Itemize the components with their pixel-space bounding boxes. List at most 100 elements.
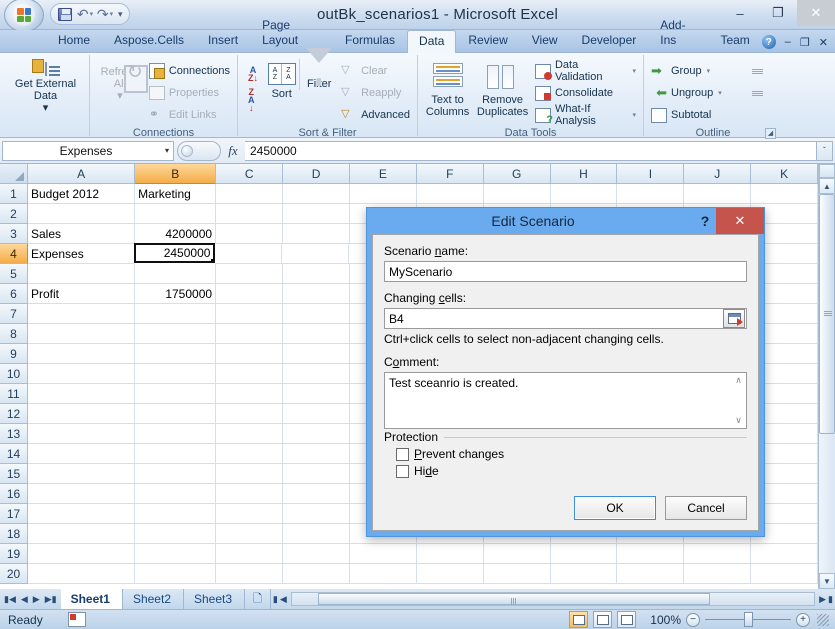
cell-c12[interactable] bbox=[216, 404, 283, 424]
normal-view-button[interactable] bbox=[569, 611, 588, 628]
cell-d18[interactable] bbox=[282, 524, 350, 544]
chevron-down-icon[interactable]: ▾ bbox=[165, 146, 169, 155]
vertical-scrollbar[interactable]: ▲ ▼ bbox=[818, 164, 835, 589]
properties-button[interactable]: Properties bbox=[146, 82, 233, 104]
minimize-ribbon-button[interactable]: – bbox=[785, 36, 791, 48]
column-header-k[interactable]: K bbox=[751, 164, 818, 184]
cell-a14[interactable] bbox=[28, 444, 136, 464]
zoom-slider[interactable]: − + bbox=[686, 612, 810, 627]
cell-g20[interactable] bbox=[483, 564, 551, 584]
cell-b10[interactable] bbox=[135, 364, 217, 384]
cell-a1[interactable]: Budget 2012 bbox=[28, 184, 136, 204]
filter-button[interactable]: Filter bbox=[299, 48, 338, 90]
cell-b20[interactable] bbox=[135, 564, 217, 584]
hide-detail-button[interactable] bbox=[744, 82, 768, 104]
zoom-level[interactable]: 100% bbox=[641, 613, 681, 627]
undo-button[interactable]: ↶ ▾ bbox=[75, 5, 95, 23]
reapply-filter-button[interactable]: ▽ Reapply bbox=[338, 82, 413, 104]
hide-row[interactable]: Hide bbox=[396, 464, 747, 478]
column-header-a[interactable]: A bbox=[28, 164, 136, 184]
cell-c7[interactable] bbox=[216, 304, 283, 324]
cell-b8[interactable] bbox=[135, 324, 217, 344]
horizontal-end-split[interactable]: ▮ bbox=[828, 594, 833, 605]
row-header-19[interactable]: 19 bbox=[0, 544, 28, 564]
cell-e20[interactable] bbox=[349, 564, 417, 584]
cell-b11[interactable] bbox=[135, 384, 217, 404]
cell-b13[interactable] bbox=[135, 424, 217, 444]
cell-c8[interactable] bbox=[216, 324, 283, 344]
cell-b18[interactable] bbox=[135, 524, 217, 544]
cancel-button[interactable]: Cancel bbox=[665, 496, 747, 520]
cell-g1[interactable] bbox=[483, 184, 551, 204]
help-icon[interactable]: ? bbox=[761, 35, 776, 49]
cell-c11[interactable] bbox=[216, 384, 283, 404]
tab-team[interactable]: Team bbox=[708, 29, 761, 52]
cell-d4[interactable] bbox=[282, 244, 350, 264]
zoom-track[interactable] bbox=[705, 612, 791, 627]
cell-a6[interactable]: Profit bbox=[28, 284, 136, 304]
cell-b7[interactable] bbox=[135, 304, 217, 324]
row-header-20[interactable]: 20 bbox=[0, 564, 28, 584]
scroll-down-button[interactable]: ▼ bbox=[819, 573, 835, 589]
cell-c14[interactable] bbox=[216, 444, 283, 464]
scenario-name-input[interactable]: MyScenario bbox=[384, 261, 747, 282]
cell-a7[interactable] bbox=[28, 304, 136, 324]
cell-g19[interactable] bbox=[483, 544, 551, 564]
cell-d6[interactable] bbox=[282, 284, 350, 304]
column-header-f[interactable]: F bbox=[416, 164, 484, 184]
cell-b9[interactable] bbox=[135, 344, 217, 364]
sheet-tab-sheet3[interactable]: Sheet3 bbox=[184, 589, 246, 609]
cell-b12[interactable] bbox=[135, 404, 217, 424]
page-break-preview-button[interactable] bbox=[617, 611, 636, 628]
insert-function-button[interactable]: fx bbox=[221, 143, 245, 159]
cell-a2[interactable] bbox=[28, 204, 136, 224]
row-header-15[interactable]: 15 bbox=[0, 464, 28, 484]
prevent-changes-checkbox[interactable] bbox=[396, 447, 409, 461]
cell-d15[interactable] bbox=[282, 464, 350, 484]
formula-bar-buttons[interactable] bbox=[177, 140, 221, 161]
cell-c20[interactable] bbox=[216, 564, 283, 584]
office-button[interactable] bbox=[4, 0, 44, 32]
cell-b17[interactable] bbox=[135, 504, 217, 524]
tab-formulas[interactable]: Formulas bbox=[333, 29, 407, 52]
tab-review[interactable]: Review bbox=[456, 29, 519, 52]
column-header-e[interactable]: E bbox=[350, 164, 417, 184]
cell-c6[interactable] bbox=[216, 284, 283, 304]
dialog-help-button[interactable]: ? bbox=[694, 213, 716, 229]
cell-c2[interactable] bbox=[216, 204, 283, 224]
ok-button[interactable]: OK bbox=[574, 496, 656, 520]
cell-k20[interactable] bbox=[751, 564, 818, 584]
column-header-b[interactable]: B bbox=[135, 164, 217, 184]
save-button[interactable] bbox=[55, 5, 75, 23]
column-header-j[interactable]: J bbox=[684, 164, 752, 184]
cell-b1[interactable]: Marketing bbox=[135, 184, 217, 204]
cell-d16[interactable] bbox=[282, 484, 350, 504]
cell-e1[interactable] bbox=[349, 184, 417, 204]
sort-ascending-button[interactable]: A Z↓ bbox=[245, 61, 261, 87]
row-header-10[interactable]: 10 bbox=[0, 364, 28, 384]
tab-add-ins[interactable]: Add-Ins bbox=[648, 14, 708, 52]
prevent-changes-row[interactable]: Prevent changes bbox=[396, 447, 747, 461]
clear-filter-button[interactable]: ▽ Clear bbox=[338, 60, 413, 82]
sheet-tab-sheet1[interactable]: Sheet1 bbox=[60, 589, 123, 609]
first-sheet-button[interactable]: ▮◀ bbox=[4, 594, 16, 605]
cell-a20[interactable] bbox=[28, 564, 136, 584]
column-header-h[interactable]: H bbox=[550, 164, 618, 184]
minimize-button[interactable]: – bbox=[721, 0, 759, 26]
next-sheet-button[interactable]: ▶ bbox=[33, 594, 40, 605]
cell-a15[interactable] bbox=[28, 464, 136, 484]
get-external-data-button[interactable]: Get External Data ▾ bbox=[6, 59, 85, 114]
zoom-out-button[interactable]: − bbox=[686, 612, 700, 627]
column-header-g[interactable]: G bbox=[483, 164, 551, 184]
data-validation-button[interactable]: Data Validation ▾ bbox=[532, 59, 639, 83]
row-header-4[interactable]: 4 bbox=[0, 244, 28, 264]
cell-d2[interactable] bbox=[282, 204, 350, 224]
remove-duplicates-button[interactable]: Remove Duplicates bbox=[473, 59, 532, 118]
name-box[interactable]: Expenses ▾ bbox=[2, 140, 174, 161]
customize-qat-button[interactable]: ▾ bbox=[118, 9, 123, 20]
zoom-in-button[interactable]: + bbox=[796, 612, 810, 627]
cell-a16[interactable] bbox=[28, 484, 136, 504]
horizontal-scroll-thumb[interactable] bbox=[317, 593, 710, 605]
row-header-6[interactable]: 6 bbox=[0, 284, 28, 304]
cell-c10[interactable] bbox=[216, 364, 283, 384]
